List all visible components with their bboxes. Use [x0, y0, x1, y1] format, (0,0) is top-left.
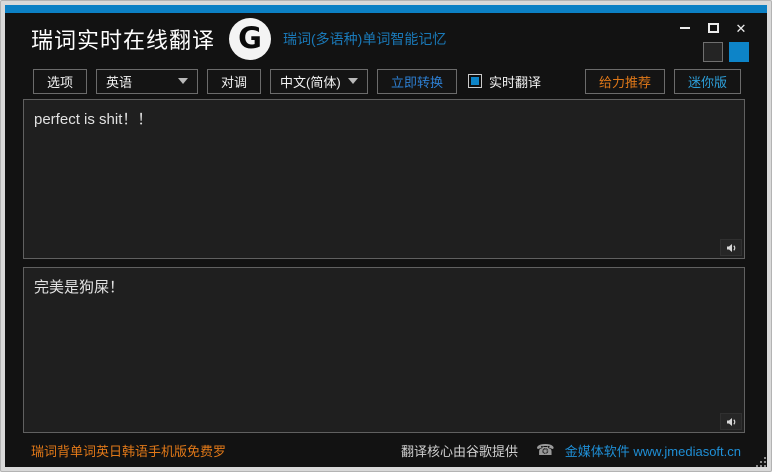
source-text-panel: perfect is shit！！	[23, 99, 745, 259]
minimize-button[interactable]	[677, 20, 693, 36]
source-speaker-button[interactable]	[720, 239, 742, 256]
close-icon: ✕	[735, 20, 747, 36]
maximize-button[interactable]	[705, 20, 721, 36]
skin-swatches	[703, 42, 749, 62]
speaker-icon	[726, 243, 735, 252]
titlebar-accent-strip	[5, 5, 767, 13]
close-button[interactable]: ✕	[733, 20, 749, 36]
realtime-translate-toggle[interactable]: 实时翻译	[468, 72, 541, 91]
target-text-panel: 完美是狗屎！	[23, 267, 745, 433]
skin-dark-swatch[interactable]	[703, 42, 723, 62]
app-window: 瑞词实时在线翻译 G 瑞词(多语种)单词智能记忆 ✕ 选项 英语 对调 中文(简…	[0, 0, 772, 472]
resize-grip[interactable]	[756, 457, 768, 469]
chevron-down-icon	[178, 78, 189, 84]
maximize-icon	[707, 23, 719, 33]
mini-version-button[interactable]: 迷你版	[673, 68, 741, 94]
app-logo-icon: G	[229, 18, 272, 60]
chevron-down-icon	[348, 78, 359, 84]
status-right-group: 翻译核心由谷歌提供 ☎ 金媒体软件 www.jmediasoft.cn	[401, 441, 741, 460]
target-language-select[interactable]: 中文(简体)	[270, 68, 369, 94]
target-text-output[interactable]: 完美是狗屎！	[24, 268, 744, 432]
minimize-icon	[680, 27, 690, 29]
toolbar: 选项 英语 对调 中文(简体) 立即转换 实时翻译 给力推荐 迷你版	[5, 67, 767, 95]
phone-icon: ☎	[536, 442, 555, 459]
window-client-area: 瑞词实时在线翻译 G 瑞词(多语种)单词智能记忆 ✕ 选项 英语 对调 中文(简…	[5, 5, 767, 467]
window-buttons-row: ✕	[677, 19, 749, 37]
app-title: 瑞词实时在线翻译	[31, 28, 216, 53]
app-subtitle: 瑞词(多语种)单词智能记忆	[283, 31, 447, 47]
skin-blue-swatch[interactable]	[729, 42, 749, 62]
checkbox-checked-icon[interactable]	[468, 74, 483, 88]
translation-panels: perfect is shit！！ 完美是狗屎！	[5, 99, 767, 433]
titlebar[interactable]: 瑞词实时在线翻译 G 瑞词(多语种)单词智能记忆 ✕	[5, 13, 767, 65]
swap-languages-button[interactable]: 对调	[207, 68, 262, 94]
speaker-icon	[726, 417, 735, 426]
promo-link[interactable]: 瑞词背单词英日韩语手机版免费罗	[31, 441, 226, 460]
recommend-button[interactable]: 给力推荐	[584, 68, 665, 94]
source-language-value: 英语	[106, 74, 133, 90]
engine-credit-text: 翻译核心由谷歌提供	[401, 443, 519, 459]
source-text-input[interactable]: perfect is shit！！	[24, 100, 744, 258]
options-button[interactable]: 选项	[33, 68, 88, 94]
realtime-translate-label: 实时翻译	[489, 74, 542, 90]
target-speaker-button[interactable]	[720, 413, 742, 430]
status-bar: 瑞词背单词英日韩语手机版免费罗 翻译核心由谷歌提供 ☎ 金媒体软件 www.jm…	[5, 433, 767, 467]
target-language-value: 中文(简体)	[280, 74, 341, 90]
source-language-select[interactable]: 英语	[96, 68, 199, 94]
logo-letter: G	[238, 21, 262, 55]
window-controls: ✕	[677, 19, 749, 62]
translate-now-button[interactable]: 立即转换	[377, 68, 458, 94]
vendor-website-link[interactable]: 金媒体软件 www.jmediasoft.cn	[565, 441, 741, 460]
